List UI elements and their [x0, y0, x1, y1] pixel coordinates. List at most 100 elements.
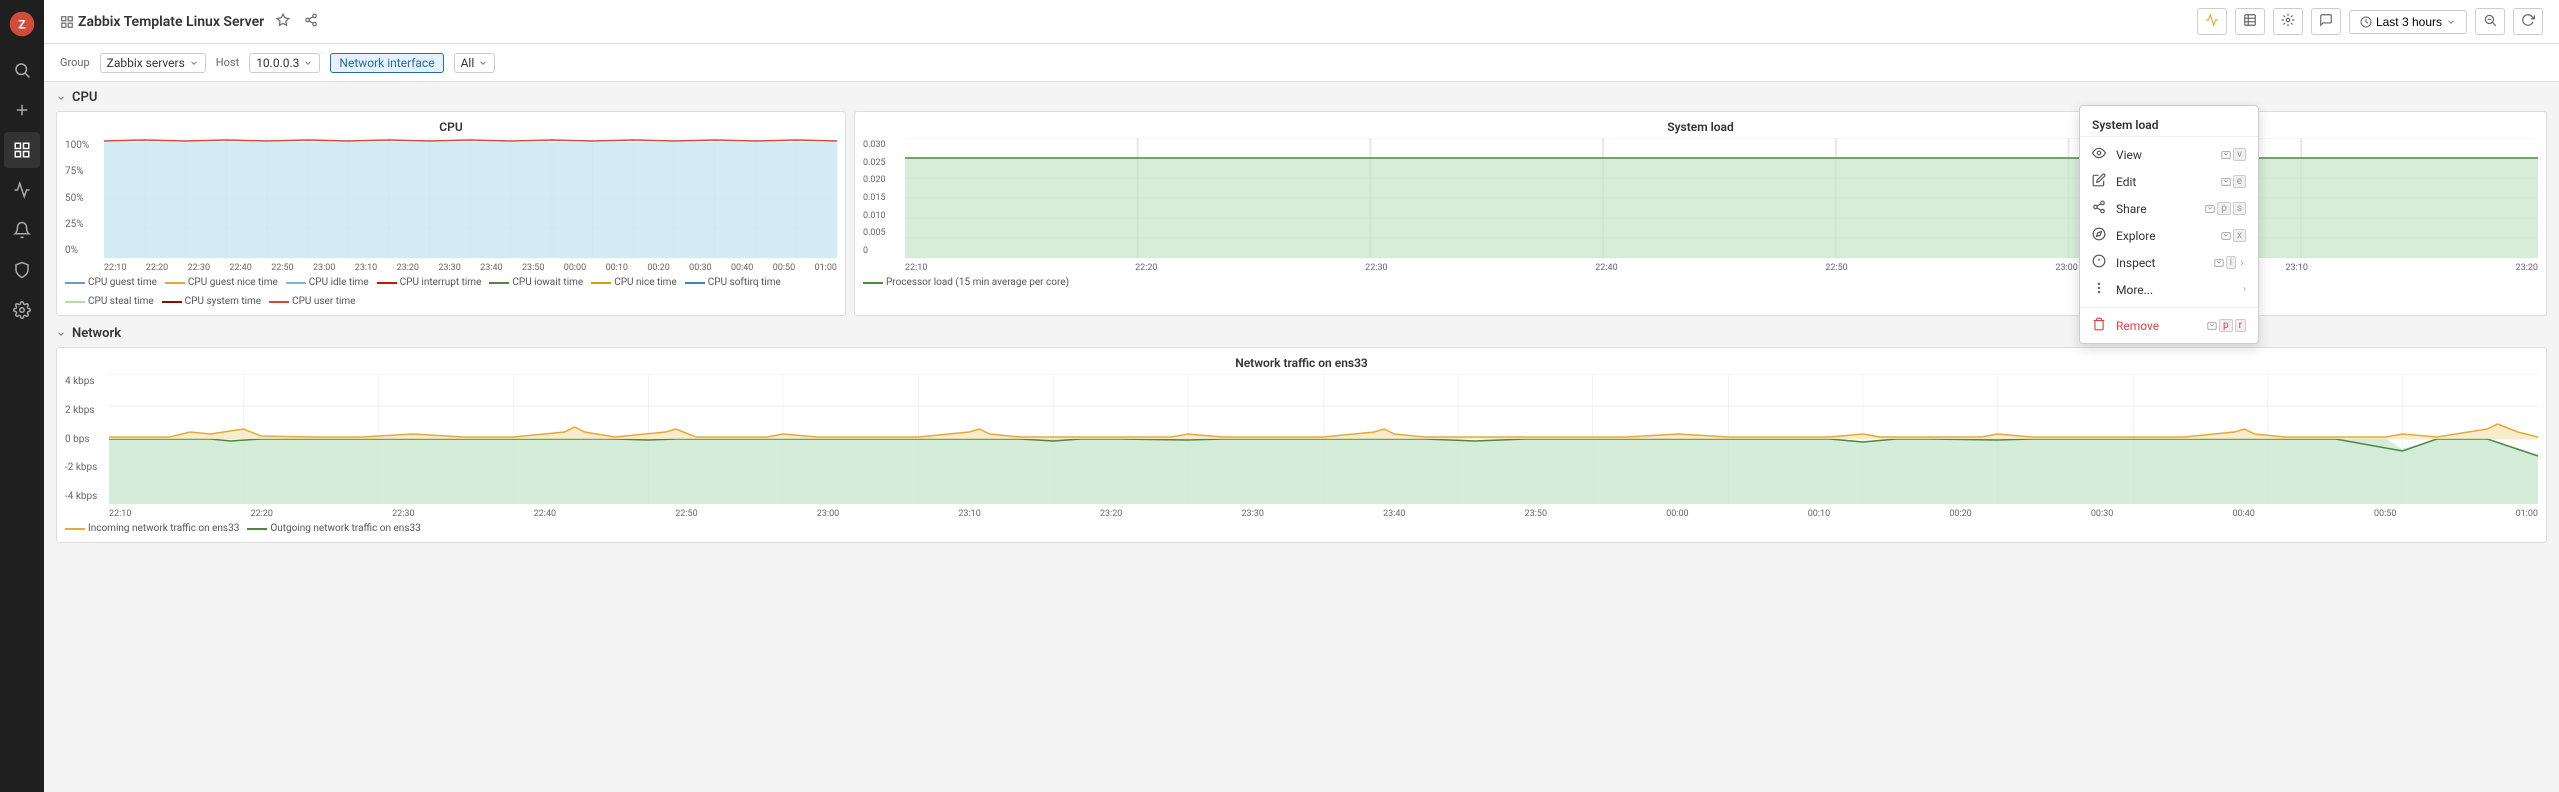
menu-item-more-left: More... — [2092, 281, 2153, 298]
menu-edit-shortcut: e — [2221, 175, 2246, 188]
cpu-toggle-icon — [56, 93, 66, 103]
sysload-legend: Processor load (15 min average per core) — [863, 277, 2538, 288]
settings-button[interactable] — [2273, 8, 2303, 35]
comment-button[interactable] — [2311, 8, 2341, 35]
sidebar-item-settings[interactable] — [4, 292, 40, 328]
chart-view-button[interactable] — [2197, 8, 2227, 35]
host-chevron-icon — [303, 58, 313, 68]
star-icon[interactable] — [272, 9, 294, 34]
legend-line — [489, 282, 509, 284]
filter-bar: Group Zabbix servers Host 10.0.0.3 Netwo… — [44, 44, 2559, 82]
sidebar-item-add[interactable] — [4, 92, 40, 128]
menu-item-more[interactable]: More... › — [2080, 276, 2258, 303]
network-x-labels: 22:10 22:20 22:30 22:40 22:50 23:00 23:1… — [109, 509, 2538, 519]
menu-item-share[interactable]: Share p s — [2080, 195, 2258, 222]
menu-inspect-shortcut: i — [2214, 256, 2246, 269]
network-legend: Incoming network traffic on ens33 Outgoi… — [65, 523, 2538, 534]
chevron-down-icon — [2446, 17, 2456, 27]
sidebar: Z — [0, 0, 44, 792]
chevron-right-icon — [2238, 259, 2246, 267]
refresh-button[interactable] — [2513, 8, 2543, 35]
legend-line — [165, 282, 185, 284]
context-menu: System load View v Edit e — [2079, 105, 2259, 344]
host-label: Host — [216, 56, 239, 69]
legend-cpu-softirq: CPU softirq time — [685, 277, 781, 288]
menu-item-edit[interactable]: Edit e — [2080, 168, 2258, 195]
sysload-svg — [905, 138, 2538, 258]
legend-line — [269, 301, 289, 303]
menu-item-remove[interactable]: Remove p r — [2080, 312, 2258, 339]
legend-cpu-nice: CPU nice time — [591, 277, 677, 288]
cpu-chart-svg — [104, 138, 837, 258]
legend-line — [247, 528, 267, 530]
legend-cpu-system: CPU system time — [162, 296, 261, 307]
sidebar-item-security[interactable] — [4, 252, 40, 288]
network-svg — [109, 374, 2538, 504]
network-section-label: Network — [72, 326, 121, 341]
cpu-section-header[interactable]: CPU — [56, 90, 2547, 105]
legend-cpu-guest-nice: CPU guest nice time — [165, 277, 278, 288]
header-icons — [272, 9, 322, 34]
cpu-chart-panel: CPU 100% 75% 50% 25% 0% — [56, 111, 846, 316]
host-select[interactable]: 10.0.0.3 — [249, 53, 320, 73]
context-menu-title: System load — [2080, 110, 2258, 137]
inspect-icon — [2092, 254, 2108, 271]
menu-item-explore[interactable]: Explore x — [2080, 222, 2258, 249]
share-menu-icon — [2092, 200, 2108, 217]
network-interface-select[interactable]: All — [454, 53, 496, 73]
network-interface-tag[interactable]: Network interface — [330, 53, 443, 73]
sysload-y-axis: 0.030 0.025 0.020 0.015 0.010 0.005 0 — [863, 138, 901, 258]
header-right: Last 3 hours — [2197, 8, 2543, 35]
menu-item-edit-left: Edit — [2092, 173, 2136, 190]
cpu-y-axis: 100% 75% 50% 25% 0% — [65, 138, 100, 258]
shortcut-icon — [2221, 177, 2231, 187]
menu-item-share-left: Share — [2092, 200, 2147, 217]
group-chevron-icon — [189, 58, 199, 68]
menu-view-label: View — [2116, 148, 2142, 162]
sidebar-item-search[interactable] — [4, 52, 40, 88]
share-icon[interactable] — [300, 9, 322, 34]
menu-more-label: More... — [2116, 283, 2153, 297]
menu-item-view[interactable]: View v — [2080, 141, 2258, 168]
more-chevron-icon: › — [2243, 284, 2246, 295]
menu-remove-shortcut: p r — [2207, 319, 2246, 332]
network-section: Network Network traffic on ens33 4 kbps … — [56, 326, 2547, 543]
cpu-chart-wrapper: 100% 75% 50% 25% 0% — [65, 138, 837, 273]
time-range-button[interactable]: Last 3 hours — [2349, 10, 2467, 34]
explore-icon — [2092, 227, 2108, 244]
page-title: Zabbix Template Linux Server — [78, 14, 264, 30]
legend-cpu-guest: CPU guest time — [65, 277, 157, 288]
network-chart-wrapper: 4 kbps 2 kbps 0 bps -2 kbps -4 kbps — [65, 374, 2538, 519]
group-select[interactable]: Zabbix servers — [100, 53, 206, 73]
table-view-button[interactable] — [2235, 8, 2265, 35]
remove-icon — [2092, 317, 2108, 334]
legend-line — [162, 301, 182, 303]
sidebar-item-alerts[interactable] — [4, 212, 40, 248]
menu-item-view-left: View — [2092, 146, 2142, 163]
menu-item-remove-left: Remove — [2092, 317, 2159, 334]
cpu-chart-area: 22:10 22:20 22:30 22:40 22:50 23:00 23:1… — [104, 138, 837, 273]
network-chart-title: Network traffic on ens33 — [65, 356, 2538, 370]
zoom-out-button[interactable] — [2475, 8, 2505, 35]
menu-share-shortcut: p s — [2205, 202, 2246, 215]
menu-item-inspect[interactable]: Inspect i — [2080, 249, 2258, 276]
shortcut-icon — [2214, 258, 2224, 268]
system-load-wrapper: 0.030 0.025 0.020 0.015 0.010 0.005 0 — [863, 138, 2538, 273]
legend-line — [65, 282, 85, 284]
eye-icon — [2092, 146, 2108, 163]
legend-outgoing: Outgoing network traffic on ens33 — [247, 523, 420, 534]
sidebar-item-charts[interactable] — [4, 172, 40, 208]
legend-cpu-interrupt: CPU interrupt time — [377, 277, 482, 288]
sidebar-item-dashboard[interactable] — [4, 132, 40, 168]
network-chart-area: 22:10 22:20 22:30 22:40 22:50 23:00 23:1… — [109, 374, 2538, 519]
shortcut-icon — [2205, 204, 2215, 214]
legend-line — [65, 528, 85, 530]
menu-explore-label: Explore — [2116, 229, 2156, 243]
edit-icon — [2092, 173, 2108, 190]
legend-cpu-steal: CPU steal time — [65, 296, 154, 307]
system-load-chart-area: 22:10 22:20 22:30 22:40 22:50 23:00 23:1… — [905, 138, 2538, 273]
legend-line — [591, 282, 611, 284]
legend-cpu-user: CPU user time — [269, 296, 355, 307]
network-toggle-icon — [56, 329, 66, 339]
menu-view-shortcut: v — [2221, 148, 2246, 161]
